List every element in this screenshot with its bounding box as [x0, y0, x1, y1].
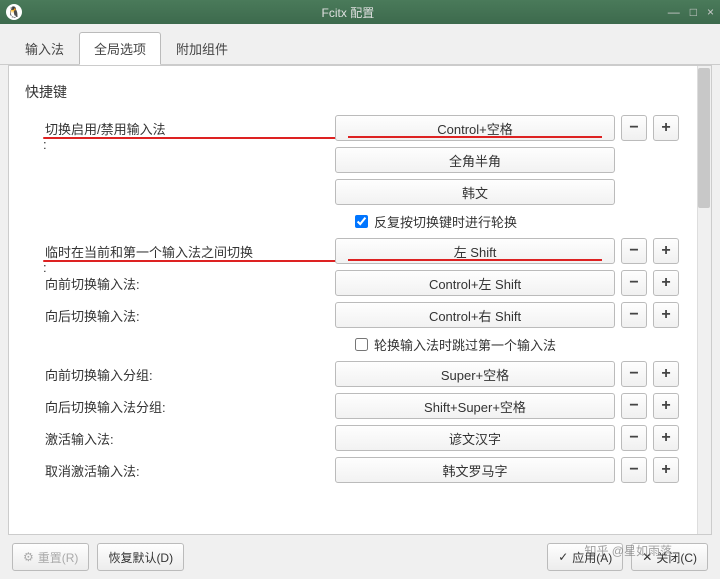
- gear-icon: ⚙: [23, 550, 34, 564]
- tab-addons[interactable]: 附加组件: [161, 32, 243, 64]
- row-forward-group: 向前切换输入分组 Super+空格 − +: [25, 358, 695, 390]
- scrollbar[interactable]: [697, 66, 711, 534]
- maximize-button[interactable]: □: [690, 5, 697, 19]
- remove-button[interactable]: −: [621, 270, 647, 296]
- add-button[interactable]: +: [653, 115, 679, 141]
- remove-button[interactable]: −: [621, 302, 647, 328]
- remove-button[interactable]: −: [621, 238, 647, 264]
- reset-button-label: 重置(R): [38, 549, 79, 566]
- apply-button-label: 应用(A): [572, 549, 612, 566]
- label-backward: 向后切换输入法: [25, 306, 335, 325]
- tab-global-options[interactable]: 全局选项: [79, 32, 161, 65]
- label-forward: 向前切换输入法: [25, 274, 335, 293]
- hotkey-backward[interactable]: Control+右 Shift: [335, 302, 615, 328]
- hotkey-fullhalf[interactable]: 全角半角: [335, 147, 615, 173]
- add-button[interactable]: +: [653, 270, 679, 296]
- label-deactivate: 取消激活输入法: [25, 461, 335, 480]
- scrollbar-thumb[interactable]: [698, 68, 710, 208]
- checkbox-skip-first-row: 轮换输入法时跳过第一个输入法: [25, 331, 695, 358]
- hotkey-deactivate[interactable]: 韩文罗马字: [335, 457, 615, 483]
- checkbox-repeat-toggle-row: 反复按切换键时进行轮换: [25, 208, 695, 235]
- remove-button[interactable]: −: [621, 457, 647, 483]
- row-temp-switch: 临时在当前和第一个输入法之间切换 左 Shift − +: [25, 235, 695, 267]
- tab-input-method[interactable]: 输入法: [10, 32, 79, 64]
- tab-bar: 输入法 全局选项 附加组件: [0, 24, 720, 65]
- hotkey-toggle-enable[interactable]: Control+空格: [335, 115, 615, 141]
- row-toggle-enable: 切换启用/禁用输入法 Control+空格 − +: [25, 112, 695, 144]
- section-shortcuts-title: 快捷键: [25, 76, 695, 112]
- hotkey-temp-switch[interactable]: 左 Shift: [335, 238, 615, 264]
- x-icon: ✕: [642, 550, 652, 564]
- add-button[interactable]: +: [653, 361, 679, 387]
- row-hangul: 韩文: [25, 176, 695, 208]
- add-button[interactable]: +: [653, 457, 679, 483]
- hotkey-hangul[interactable]: 韩文: [335, 179, 615, 205]
- label-backward-group: 向后切换输入法分组: [25, 397, 335, 416]
- window-controls: — □ ×: [668, 5, 714, 19]
- row-fullhalf: 全角半角: [25, 144, 695, 176]
- remove-button[interactable]: −: [621, 361, 647, 387]
- row-activate: 激活输入法 谚文汉字 − +: [25, 422, 695, 454]
- minimize-button[interactable]: —: [668, 5, 680, 19]
- titlebar: 🐧 Fcitx 配置 — □ ×: [0, 0, 720, 24]
- add-button[interactable]: +: [653, 425, 679, 451]
- checkbox-repeat-toggle-label: 反复按切换键时进行轮换: [374, 212, 517, 231]
- add-button[interactable]: +: [653, 393, 679, 419]
- row-backward-group: 向后切换输入法分组 Shift+Super+空格 − +: [25, 390, 695, 422]
- checkbox-skip-first-label: 轮换输入法时跳过第一个输入法: [374, 335, 556, 354]
- row-backward: 向后切换输入法 Control+右 Shift − +: [25, 299, 695, 331]
- label-temp-switch: 临时在当前和第一个输入法之间切换: [25, 242, 335, 261]
- content-area: 快捷键 切换启用/禁用输入法 Control+空格 − + 全角半角 韩文 反复…: [8, 65, 712, 535]
- bottom-bar: ⚙ 重置(R) 恢复默认(D) ✓ 应用(A) ✕ 关闭(C) 知乎 @星如雨落: [0, 535, 720, 579]
- check-icon: ✓: [558, 550, 568, 564]
- hotkey-forward-group[interactable]: Super+空格: [335, 361, 615, 387]
- add-button[interactable]: +: [653, 238, 679, 264]
- remove-button[interactable]: −: [621, 425, 647, 451]
- checkbox-repeat-toggle[interactable]: [355, 215, 368, 228]
- close-dialog-label: 关闭(C): [656, 549, 697, 566]
- window-title: Fcitx 配置: [28, 4, 668, 21]
- label-forward-group: 向前切换输入分组: [25, 365, 335, 384]
- remove-button[interactable]: −: [621, 115, 647, 141]
- hotkey-activate[interactable]: 谚文汉字: [335, 425, 615, 451]
- add-button[interactable]: +: [653, 302, 679, 328]
- hotkey-backward-group[interactable]: Shift+Super+空格: [335, 393, 615, 419]
- label-activate: 激活输入法: [25, 429, 335, 448]
- close-button[interactable]: ×: [707, 5, 714, 19]
- remove-button[interactable]: −: [621, 393, 647, 419]
- row-forward: 向前切换输入法 Control+左 Shift − +: [25, 267, 695, 299]
- restore-default-label: 恢复默认(D): [108, 549, 173, 566]
- row-deactivate: 取消激活输入法 韩文罗马字 − +: [25, 454, 695, 486]
- label-toggle-enable: 切换启用/禁用输入法: [25, 119, 335, 138]
- hotkey-forward[interactable]: Control+左 Shift: [335, 270, 615, 296]
- app-icon: 🐧: [6, 4, 22, 20]
- checkbox-skip-first[interactable]: [355, 338, 368, 351]
